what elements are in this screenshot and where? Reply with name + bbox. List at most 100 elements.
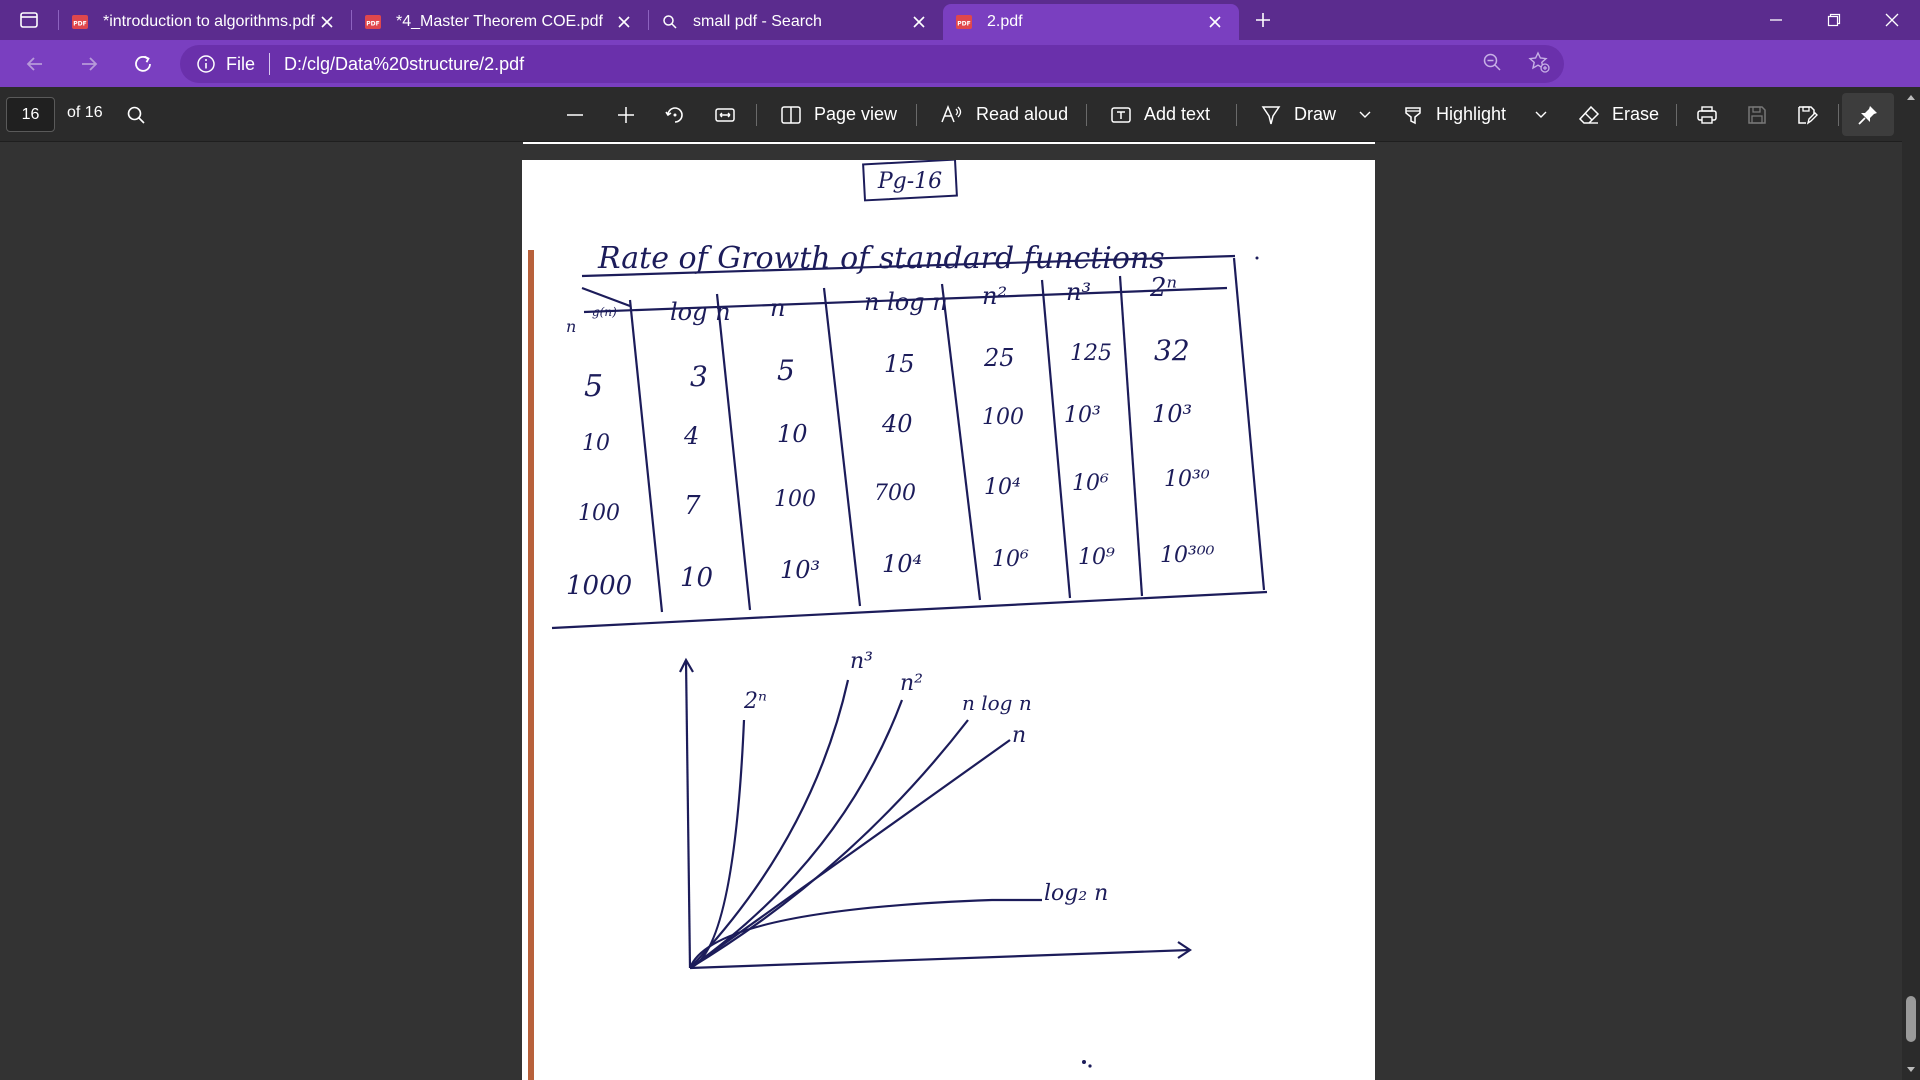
zoom-out-button[interactable] — [565, 87, 585, 142]
table-cell: 25 — [983, 344, 1015, 372]
page-tag: Pg-16 — [877, 169, 942, 194]
highlight-options-dropdown[interactable] — [1534, 87, 1548, 142]
tab-actions-button[interactable] — [0, 0, 58, 40]
page-view-button[interactable]: Page view — [780, 87, 897, 142]
save-as-button[interactable] — [1796, 87, 1818, 142]
back-button[interactable] — [8, 40, 62, 87]
scrollbar-thumb[interactable] — [1906, 996, 1916, 1042]
close-icon[interactable] — [315, 10, 339, 34]
row-n-value: 5 — [584, 369, 603, 404]
tab-title: *4_Master Theorem COE.pdf — [396, 13, 603, 30]
table-corner-n: n — [566, 317, 576, 336]
chevron-down-icon — [1359, 111, 1371, 118]
vertical-scrollbar[interactable] — [1902, 87, 1920, 1080]
back-arrow-icon — [26, 56, 42, 71]
column-header-2-pow-n: 2ⁿ — [1149, 273, 1177, 303]
restore-button[interactable] — [1806, 0, 1862, 40]
minimize-button[interactable] — [1748, 0, 1804, 40]
refresh-button[interactable] — [116, 40, 170, 87]
draw-options-dropdown[interactable] — [1358, 87, 1372, 142]
table-cell: 3 — [690, 360, 708, 393]
svg-text:PDF: PDF — [73, 21, 86, 28]
address-bar-row: File D:/clg/Data%20structure/2.pdf — [0, 40, 1920, 118]
refresh-icon — [135, 55, 151, 72]
table-cell: 100 — [774, 487, 816, 512]
close-window-button[interactable] — [1864, 0, 1920, 40]
pdf-icon: PDF — [71, 13, 89, 31]
rotate-icon — [665, 106, 683, 123]
close-icon[interactable] — [1203, 10, 1227, 34]
tab-2-pdf[interactable]: PDF 2.pdf — [943, 4, 1239, 40]
rotate-button[interactable] — [664, 87, 686, 142]
close-icon[interactable] — [612, 10, 636, 34]
close-icon[interactable] — [907, 10, 931, 34]
pdf-viewer-area: Pg-16 Rate of Growth of standard functio… — [0, 142, 1920, 1080]
curve-label-n-log-n: n log n — [962, 691, 1032, 715]
search-icon — [127, 106, 145, 124]
tab-master-theorem[interactable]: PDF *4_Master Theorem COE.pdf — [352, 4, 648, 40]
highlight-button[interactable]: Highlight — [1402, 87, 1506, 142]
find-button[interactable] — [126, 87, 146, 142]
fit-width-icon — [715, 107, 735, 122]
erase-button[interactable]: Erase — [1578, 87, 1659, 142]
read-aloud-button[interactable]: Read aloud — [940, 87, 1068, 142]
table-cell: 10 — [680, 563, 713, 593]
save-icon — [1748, 105, 1766, 124]
restore-icon — [1827, 13, 1841, 27]
table-cell: 100 — [982, 405, 1024, 430]
print-button[interactable] — [1696, 87, 1718, 142]
tab-bar: PDF *introduction to algorithms.pdf PDF … — [0, 0, 1920, 40]
tab-title: small pdf - Search — [693, 13, 822, 30]
table-cell: 10⁹ — [1078, 545, 1115, 570]
forward-arrow-icon — [82, 56, 98, 71]
add-text-label: Add text — [1144, 104, 1211, 124]
table-cell: 10³ — [1064, 403, 1101, 428]
highlight-label: Highlight — [1436, 104, 1507, 124]
row-n-value: 1000 — [566, 571, 632, 601]
table-cell: 7 — [684, 491, 701, 521]
table-corner-g: g(n) — [592, 305, 617, 319]
table-cell: 10⁶ — [1072, 471, 1109, 496]
chevron-down-icon — [1535, 111, 1547, 118]
table-cell: 10³ — [780, 556, 820, 584]
draw-button[interactable]: Draw — [1260, 87, 1336, 142]
pdf-toolbar: 16 of 16 Page view Read aloud Add text D… — [0, 87, 1920, 142]
table-cell: 10 — [777, 420, 808, 448]
tab-introduction-algorithms[interactable]: PDF *introduction to algorithms.pdf — [59, 4, 351, 40]
toolbar-divider — [756, 104, 757, 126]
curve-n-log-n — [689, 719, 969, 969]
info-icon[interactable] — [196, 54, 216, 74]
page-heading: Rate of Growth of standard functions — [597, 241, 1165, 276]
minimize-icon — [1770, 19, 1782, 21]
add-text-button[interactable]: Add text — [1110, 87, 1210, 142]
new-tab-button[interactable] — [1243, 0, 1283, 40]
add-text-icon — [1111, 106, 1131, 123]
curve-2-pow-n — [689, 719, 746, 970]
ink-dot — [1088, 1064, 1092, 1068]
tab-actions-icon — [20, 12, 38, 28]
scroll-down-icon[interactable] — [1906, 1066, 1916, 1074]
scroll-up-icon[interactable] — [1906, 93, 1916, 101]
table-cell: 10⁴ — [984, 475, 1021, 500]
curve-label-n-cubed: n³ — [850, 649, 873, 674]
page-number-input[interactable]: 16 — [6, 97, 55, 132]
eraser-icon — [1578, 105, 1600, 124]
table-cell: 125 — [1070, 341, 1112, 366]
scheme-label: File — [226, 53, 256, 74]
curve-label-log-n: log₂ n — [1044, 881, 1108, 906]
save-button[interactable] — [1746, 87, 1768, 142]
minus-icon — [567, 113, 583, 116]
fit-width-button[interactable] — [714, 87, 736, 142]
toolbar-divider — [916, 104, 917, 126]
forward-button[interactable] — [62, 40, 116, 87]
column-header-log-n: log n — [670, 298, 731, 326]
favorite-add-icon[interactable] — [1528, 50, 1550, 78]
table-cell: 32 — [1154, 334, 1190, 367]
draw-icon — [1261, 105, 1281, 124]
zoom-in-button[interactable] — [616, 87, 636, 142]
address-input[interactable]: File D:/clg/Data%20structure/2.pdf — [180, 45, 1564, 83]
tab-small-pdf-search[interactable]: small pdf - Search — [649, 4, 943, 40]
pin-toolbar-button[interactable] — [1842, 93, 1894, 136]
tab-title: 2.pdf — [987, 13, 1023, 30]
zoom-icon[interactable] — [1482, 52, 1502, 77]
